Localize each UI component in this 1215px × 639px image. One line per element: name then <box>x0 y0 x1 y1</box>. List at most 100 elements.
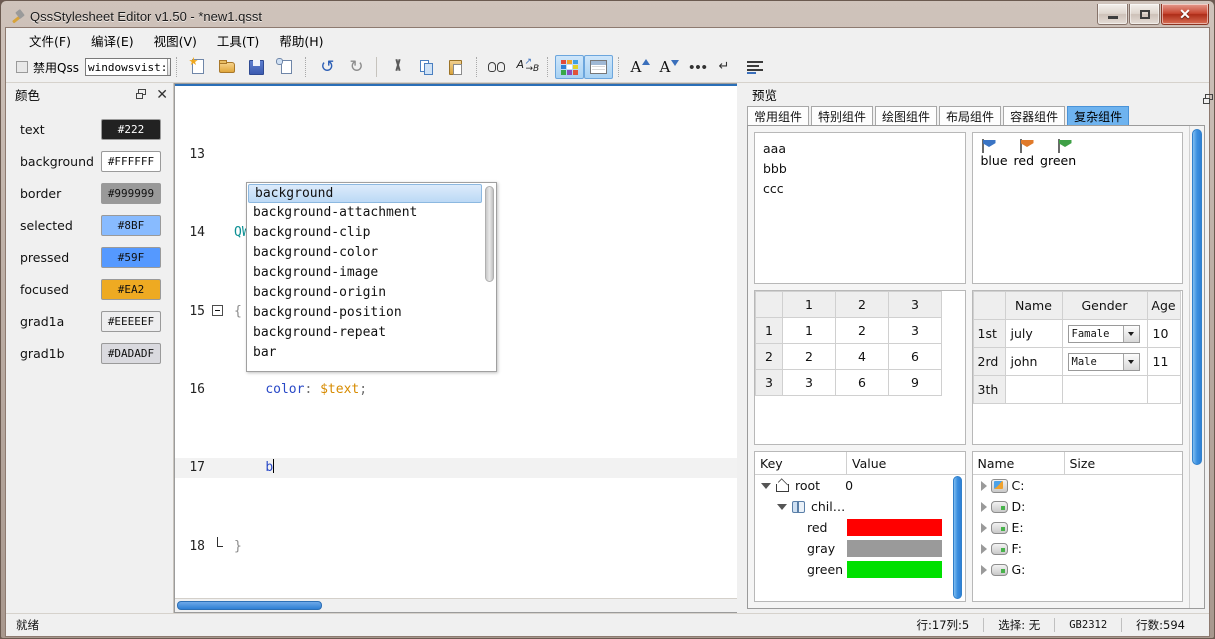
autocomplete-item[interactable]: background-repeat <box>247 323 483 343</box>
table-cell[interactable]: 6 <box>835 369 889 396</box>
table-row[interactable]: 2 2 4 6 <box>755 343 942 370</box>
code-line[interactable]: 16 color: $text; <box>175 380 737 400</box>
age-cell[interactable]: 11 <box>1146 347 1181 376</box>
color-row-grad1b[interactable]: grad1b #DADADF <box>6 337 173 369</box>
save-button[interactable] <box>242 55 271 79</box>
tree-item-root[interactable]: root 0 <box>755 475 965 496</box>
menu-compile[interactable]: 编译(E) <box>81 28 144 53</box>
icon-list-widget[interactable]: blue red green <box>971 132 1183 284</box>
color-swatch-button[interactable]: #999999 <box>101 182 161 204</box>
menu-tools[interactable]: 工具(T) <box>207 28 269 53</box>
color-swatch-button[interactable]: #8BF <box>101 214 161 236</box>
row-header[interactable]: 1 <box>755 317 783 344</box>
scrollbar-thumb[interactable] <box>1192 129 1202 465</box>
chevron-down-icon[interactable] <box>1122 353 1139 370</box>
autocomplete-item[interactable]: background-attachment <box>247 203 483 223</box>
tab-common-widgets[interactable]: 常用组件 <box>747 106 810 125</box>
table-cell[interactable]: 4 <box>835 343 889 370</box>
column-header-value[interactable]: Value <box>847 452 965 474</box>
scrollbar-thumb[interactable] <box>177 601 322 610</box>
scrollbar-thumb[interactable] <box>485 186 494 282</box>
row-header[interactable]: 3 <box>755 369 783 396</box>
table-cell[interactable]: 2 <box>782 343 836 370</box>
tree-item-drive-g[interactable]: G: <box>973 559 1183 580</box>
chevron-down-icon[interactable] <box>167 59 170 75</box>
row-header[interactable]: 1st <box>972 319 1006 348</box>
multiplication-table-widget[interactable]: 1 2 3 1 1 2 3 2 2 4 6 3 3 6 9 <box>754 290 966 445</box>
tree-item-green[interactable]: green <box>755 559 965 580</box>
name-cell[interactable]: john <box>1004 347 1063 376</box>
column-header-name[interactable]: Name <box>1004 291 1063 320</box>
tab-drawing-widgets[interactable]: 绘图组件 <box>875 106 938 125</box>
float-dock-icon[interactable] <box>136 88 147 100</box>
table-row[interactable]: 2rd john Male 11 <box>972 347 1181 376</box>
autocomplete-item[interactable]: bar <box>247 343 483 363</box>
row-header[interactable]: 2rd <box>972 347 1006 376</box>
tree-item-drive-e[interactable]: E: <box>973 517 1183 538</box>
format-button[interactable] <box>742 55 771 79</box>
font-decrease-button[interactable]: A <box>655 55 684 79</box>
tree-item-red[interactable]: red <box>755 517 965 538</box>
tree-item-child[interactable]: chil… <box>755 496 965 517</box>
expander-right-icon[interactable] <box>980 501 987 512</box>
new-file-button[interactable] <box>184 55 213 79</box>
undo-button[interactable]: ↺ <box>313 55 342 79</box>
row-header[interactable]: 3th <box>972 375 1006 404</box>
gender-cell[interactable]: Famale <box>1061 319 1148 348</box>
column-header[interactable]: 3 <box>888 291 942 318</box>
table-cell[interactable]: 3 <box>782 369 836 396</box>
expander-right-icon[interactable] <box>980 543 987 554</box>
column-header-age[interactable]: Age <box>1146 291 1181 320</box>
row-header[interactable]: 2 <box>755 343 783 370</box>
list-item[interactable]: bbb <box>763 159 957 179</box>
column-header-name[interactable]: Name <box>973 452 1065 474</box>
expander-right-icon[interactable] <box>980 564 987 575</box>
font-increase-button[interactable]: A <box>626 55 655 79</box>
tab-special-widgets[interactable]: 特别组件 <box>811 106 874 125</box>
age-cell[interactable]: 10 <box>1146 319 1181 348</box>
tree-item-drive-f[interactable]: F: <box>973 538 1183 559</box>
column-header[interactable]: 2 <box>835 291 889 318</box>
tree-item-drive-d[interactable]: D: <box>973 496 1183 517</box>
table-row[interactable]: 1 1 2 3 <box>755 317 942 344</box>
autocomplete-item[interactable]: background-position <box>247 303 483 323</box>
tab-complex-widgets[interactable]: 复杂组件 <box>1067 106 1130 125</box>
drive-tree-widget[interactable]: Name Size C: D: E: F: G: <box>971 451 1183 602</box>
menu-help[interactable]: 帮助(H) <box>269 28 333 53</box>
table-cell[interactable]: 9 <box>888 369 942 396</box>
table-cell[interactable]: 3 <box>888 317 942 344</box>
tree-item-drive-c[interactable]: C: <box>973 475 1183 496</box>
autocomplete-item[interactable]: background-origin <box>247 283 483 303</box>
line-wrap-button[interactable]: ↵ <box>713 55 742 79</box>
title-bar[interactable]: QssStylesheet Editor v1.50 - *new1.qsst … <box>5 4 1210 27</box>
list-item[interactable]: aaa <box>763 139 957 159</box>
preview-panel-toggle[interactable] <box>583 55 613 79</box>
flag-label-green[interactable]: green <box>1040 153 1076 168</box>
autocomplete-scrollbar[interactable] <box>483 184 495 370</box>
save-as-button[interactable] <box>271 55 300 79</box>
scrollbar-thumb[interactable] <box>952 476 962 599</box>
list-widget[interactable]: aaa bbb ccc <box>754 132 966 284</box>
expander-right-icon[interactable] <box>980 480 987 491</box>
key-value-tree-widget[interactable]: Key Value root 0 chil… red gray green <box>754 451 966 602</box>
paste-button[interactable] <box>442 55 471 79</box>
color-swatch-button[interactable]: #59F <box>101 246 161 268</box>
autocomplete-list[interactable]: background background-attachment backgro… <box>247 183 483 363</box>
editor-horizontal-scrollbar[interactable] <box>175 598 737 612</box>
menu-view[interactable]: 视图(V) <box>144 28 207 53</box>
tab-container-widgets[interactable]: 容器组件 <box>1003 106 1066 125</box>
autocomplete-popup[interactable]: background background-attachment backgro… <box>246 182 497 372</box>
person-table-widget[interactable]: Name Gender Age 1st july Famale 10 2rd j… <box>971 290 1183 445</box>
color-row-focused[interactable]: focused #EA2 <box>6 273 173 305</box>
preview-scrollbar[interactable] <box>1189 126 1204 608</box>
flag-label-blue[interactable]: blue <box>981 153 1008 168</box>
autocomplete-item[interactable]: background-clip <box>247 223 483 243</box>
chevron-down-icon[interactable] <box>1122 325 1139 342</box>
flag-label-red[interactable]: red <box>1014 153 1035 168</box>
fold-collapse-icon[interactable] <box>212 304 223 316</box>
gender-combobox[interactable]: Famale <box>1067 324 1140 343</box>
color-row-border[interactable]: border #999999 <box>6 177 173 209</box>
theme-combobox[interactable]: windowsvist: <box>84 58 171 76</box>
color-row-pressed[interactable]: pressed #59F <box>6 241 173 273</box>
expander-down-icon[interactable] <box>761 482 771 489</box>
